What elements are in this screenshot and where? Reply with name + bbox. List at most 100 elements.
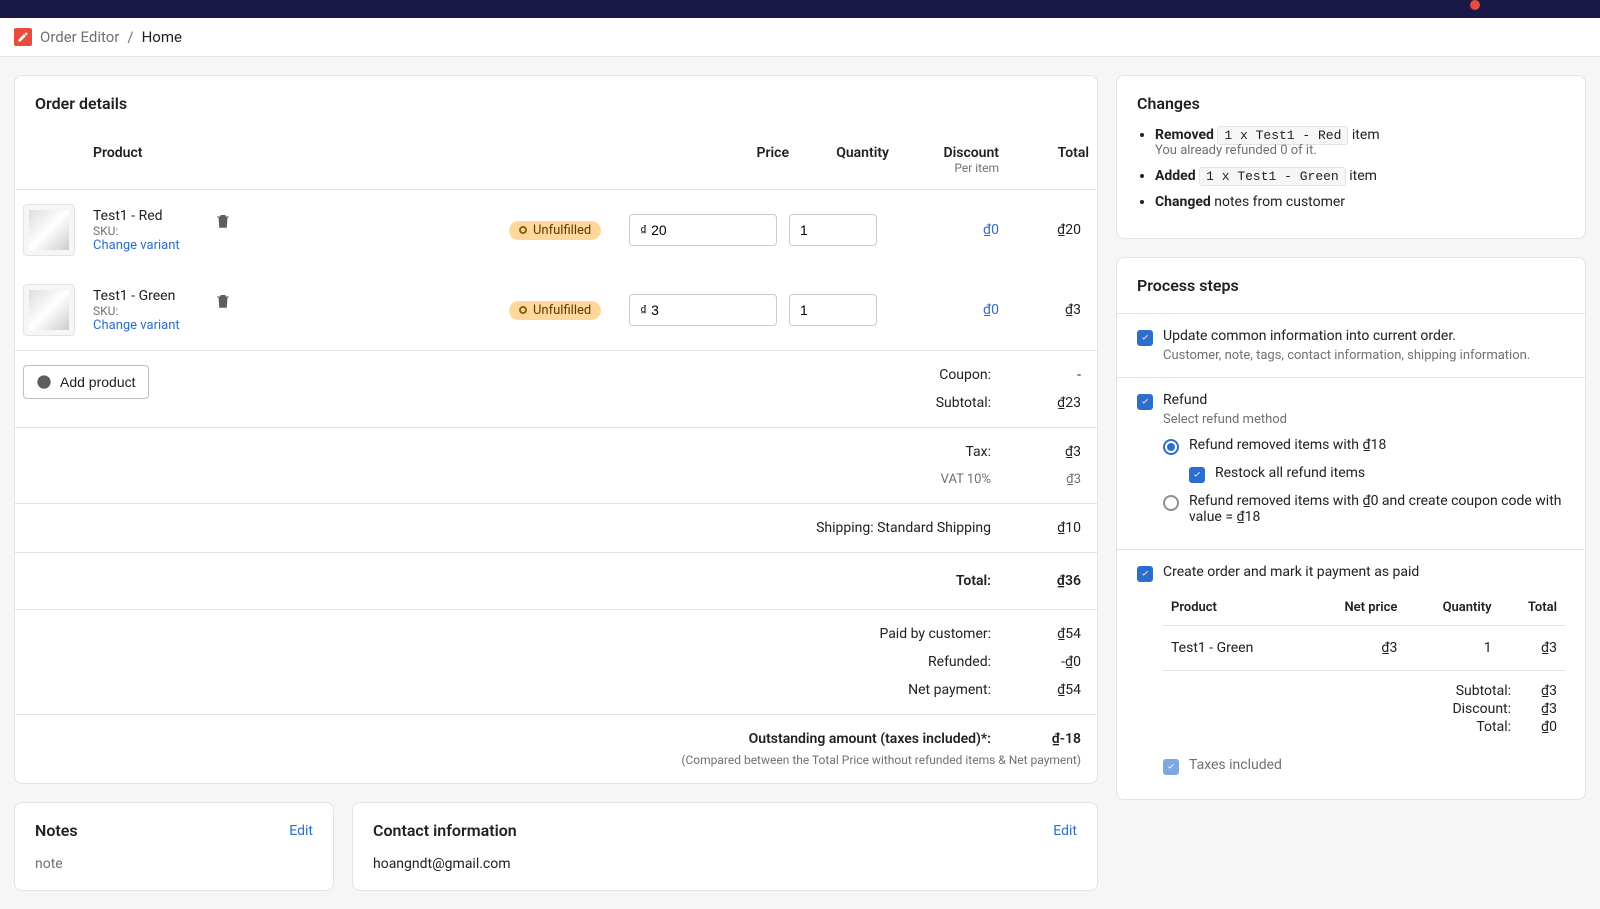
notes-body: note <box>35 848 313 872</box>
refund-option1-radio[interactable] <box>1163 439 1179 455</box>
col-discount-sub: Per item <box>889 161 999 175</box>
discount-link[interactable]: ₫0 <box>889 222 999 238</box>
status-dot-icon <box>519 226 527 234</box>
order-row: Test1 - Green SKU: Change variant Unfulf… <box>15 270 1097 350</box>
restock-checkbox[interactable] <box>1189 467 1205 483</box>
order-details-title: Order details <box>35 94 1077 113</box>
delete-item-button[interactable] <box>210 208 236 237</box>
mt-total-val: ₫0 <box>1541 719 1557 735</box>
change-item: Changed notes from customer <box>1155 194 1565 210</box>
contact-email: hoangndt@gmail.com <box>373 848 1077 872</box>
step3-table: Product Net price Quantity Total Test1 -… <box>1163 590 1565 671</box>
outstanding-note: (Compared between the Total Price withou… <box>15 753 1097 767</box>
refunded-label: Refunded: <box>928 654 991 670</box>
product-name: Test1 - Red <box>93 208 180 224</box>
col-quantity: Quantity <box>789 145 889 175</box>
mt-subtotal-val: ₫3 <box>1541 683 1557 699</box>
shipping-val: ₫10 <box>1031 520 1081 536</box>
mt-col-product: Product <box>1163 590 1305 626</box>
add-product-button[interactable]: Add product <box>23 365 149 399</box>
status-badge: Unfulfilled <box>509 221 601 240</box>
net-label: Net payment: <box>908 682 991 698</box>
product-sku: SKU: <box>93 304 180 318</box>
refund-option2-radio[interactable] <box>1163 495 1179 511</box>
restock-label: Restock all refund items <box>1215 465 1365 481</box>
subtotal-label: Subtotal: <box>936 395 991 411</box>
status-dot-icon <box>519 306 527 314</box>
app-logo-icon <box>14 28 32 46</box>
row-total: ₫20 <box>999 222 1089 238</box>
taxes-included-label: Taxes included <box>1189 757 1282 773</box>
notes-title: Notes <box>35 821 78 840</box>
trash-icon <box>214 292 232 310</box>
top-nav-bar <box>0 0 1600 18</box>
notes-edit-link[interactable]: Edit <box>289 823 313 839</box>
breadcrumb-sep: / <box>127 28 133 46</box>
col-discount: Discount <box>889 145 999 161</box>
product-sku: SKU: <box>93 224 180 238</box>
product-name: Test1 - Green <box>93 288 180 304</box>
order-table-header: Product Price Quantity Discount Per item… <box>15 131 1097 190</box>
tax-label: Tax: <box>965 444 991 460</box>
step1-label: Update common information into current o… <box>1163 328 1565 344</box>
status-badge: Unfulfilled <box>509 301 601 320</box>
product-thumb <box>23 284 75 336</box>
change-variant-link[interactable]: Change variant <box>93 238 180 253</box>
step1-sub: Customer, note, tags, contact informatio… <box>1163 348 1565 363</box>
changes-title: Changes <box>1137 94 1565 113</box>
col-total: Total <box>999 145 1089 175</box>
price-input[interactable] <box>629 294 777 326</box>
mt-discount-val: ₫3 <box>1541 701 1557 717</box>
step2-checkbox[interactable] <box>1137 394 1153 410</box>
product-thumb <box>23 204 75 256</box>
mt-discount-label: Discount: <box>1452 701 1511 717</box>
col-product: Product <box>93 145 509 175</box>
total-val: ₫36 <box>1031 573 1081 589</box>
order-details-card: Order details Product Price Quantity Dis… <box>14 75 1098 784</box>
contact-title: Contact information <box>373 821 517 840</box>
coupon-label: Coupon: <box>939 367 991 383</box>
paid-label: Paid by customer: <box>879 626 991 642</box>
step3-label: Create order and mark it payment as paid <box>1163 564 1565 580</box>
changes-card: Changes Removed 1 x Test1 - Red item You… <box>1116 75 1586 239</box>
quantity-input[interactable] <box>789 214 877 246</box>
price-input[interactable] <box>629 214 777 246</box>
contact-edit-link[interactable]: Edit <box>1053 823 1077 839</box>
change-tag: 1 x Test1 - Green <box>1199 167 1346 186</box>
mt-col-qty: Quantity <box>1405 590 1499 626</box>
taxes-included-checkbox[interactable] <box>1163 759 1179 775</box>
mt-col-netprice: Net price <box>1305 590 1405 626</box>
order-row: Test1 - Red SKU: Change variant Unfulfil… <box>15 190 1097 270</box>
shipping-label: Shipping: Standard Shipping <box>816 520 991 536</box>
outstanding-label: Outstanding amount (taxes included)*: <box>749 731 991 747</box>
plus-circle-icon <box>36 374 52 390</box>
tax-val: ₫3 <box>1031 444 1081 460</box>
avatar-icon[interactable] <box>1470 0 1480 10</box>
table-row: Test1 - Green ₫3 1 ₫3 <box>1163 626 1565 671</box>
paid-val: ₫54 <box>1031 626 1081 642</box>
tax-sub-label: VAT 10% <box>941 472 991 487</box>
refund-option1-label: Refund removed items with ₫18 <box>1189 437 1386 453</box>
discount-link[interactable]: ₫0 <box>889 302 999 318</box>
quantity-input[interactable] <box>789 294 877 326</box>
total-label: Total: <box>956 573 991 589</box>
change-item: Added 1 x Test1 - Green item <box>1155 168 1565 184</box>
col-price: Price <box>629 145 789 175</box>
change-variant-link[interactable]: Change variant <box>93 318 180 333</box>
change-sub: You already refunded 0 of it. <box>1155 143 1565 158</box>
step2-label: Refund <box>1163 392 1565 408</box>
subtotal-val: ₫23 <box>1031 395 1081 411</box>
breadcrumb-app[interactable]: Order Editor <box>40 28 119 46</box>
breadcrumb-current[interactable]: Home <box>142 28 182 46</box>
coupon-val: - <box>1031 367 1081 383</box>
net-val: ₫54 <box>1031 682 1081 698</box>
refund-option2-label: Refund removed items with ₫0 and create … <box>1189 493 1565 525</box>
breadcrumb: Order Editor / Home <box>0 18 1600 57</box>
step3-checkbox[interactable] <box>1137 566 1153 582</box>
process-title: Process steps <box>1137 276 1565 295</box>
process-steps-card: Process steps Update common information … <box>1116 257 1586 800</box>
trash-icon <box>214 212 232 230</box>
delete-item-button[interactable] <box>210 288 236 317</box>
row-total: ₫3 <box>999 302 1089 318</box>
step1-checkbox[interactable] <box>1137 330 1153 346</box>
